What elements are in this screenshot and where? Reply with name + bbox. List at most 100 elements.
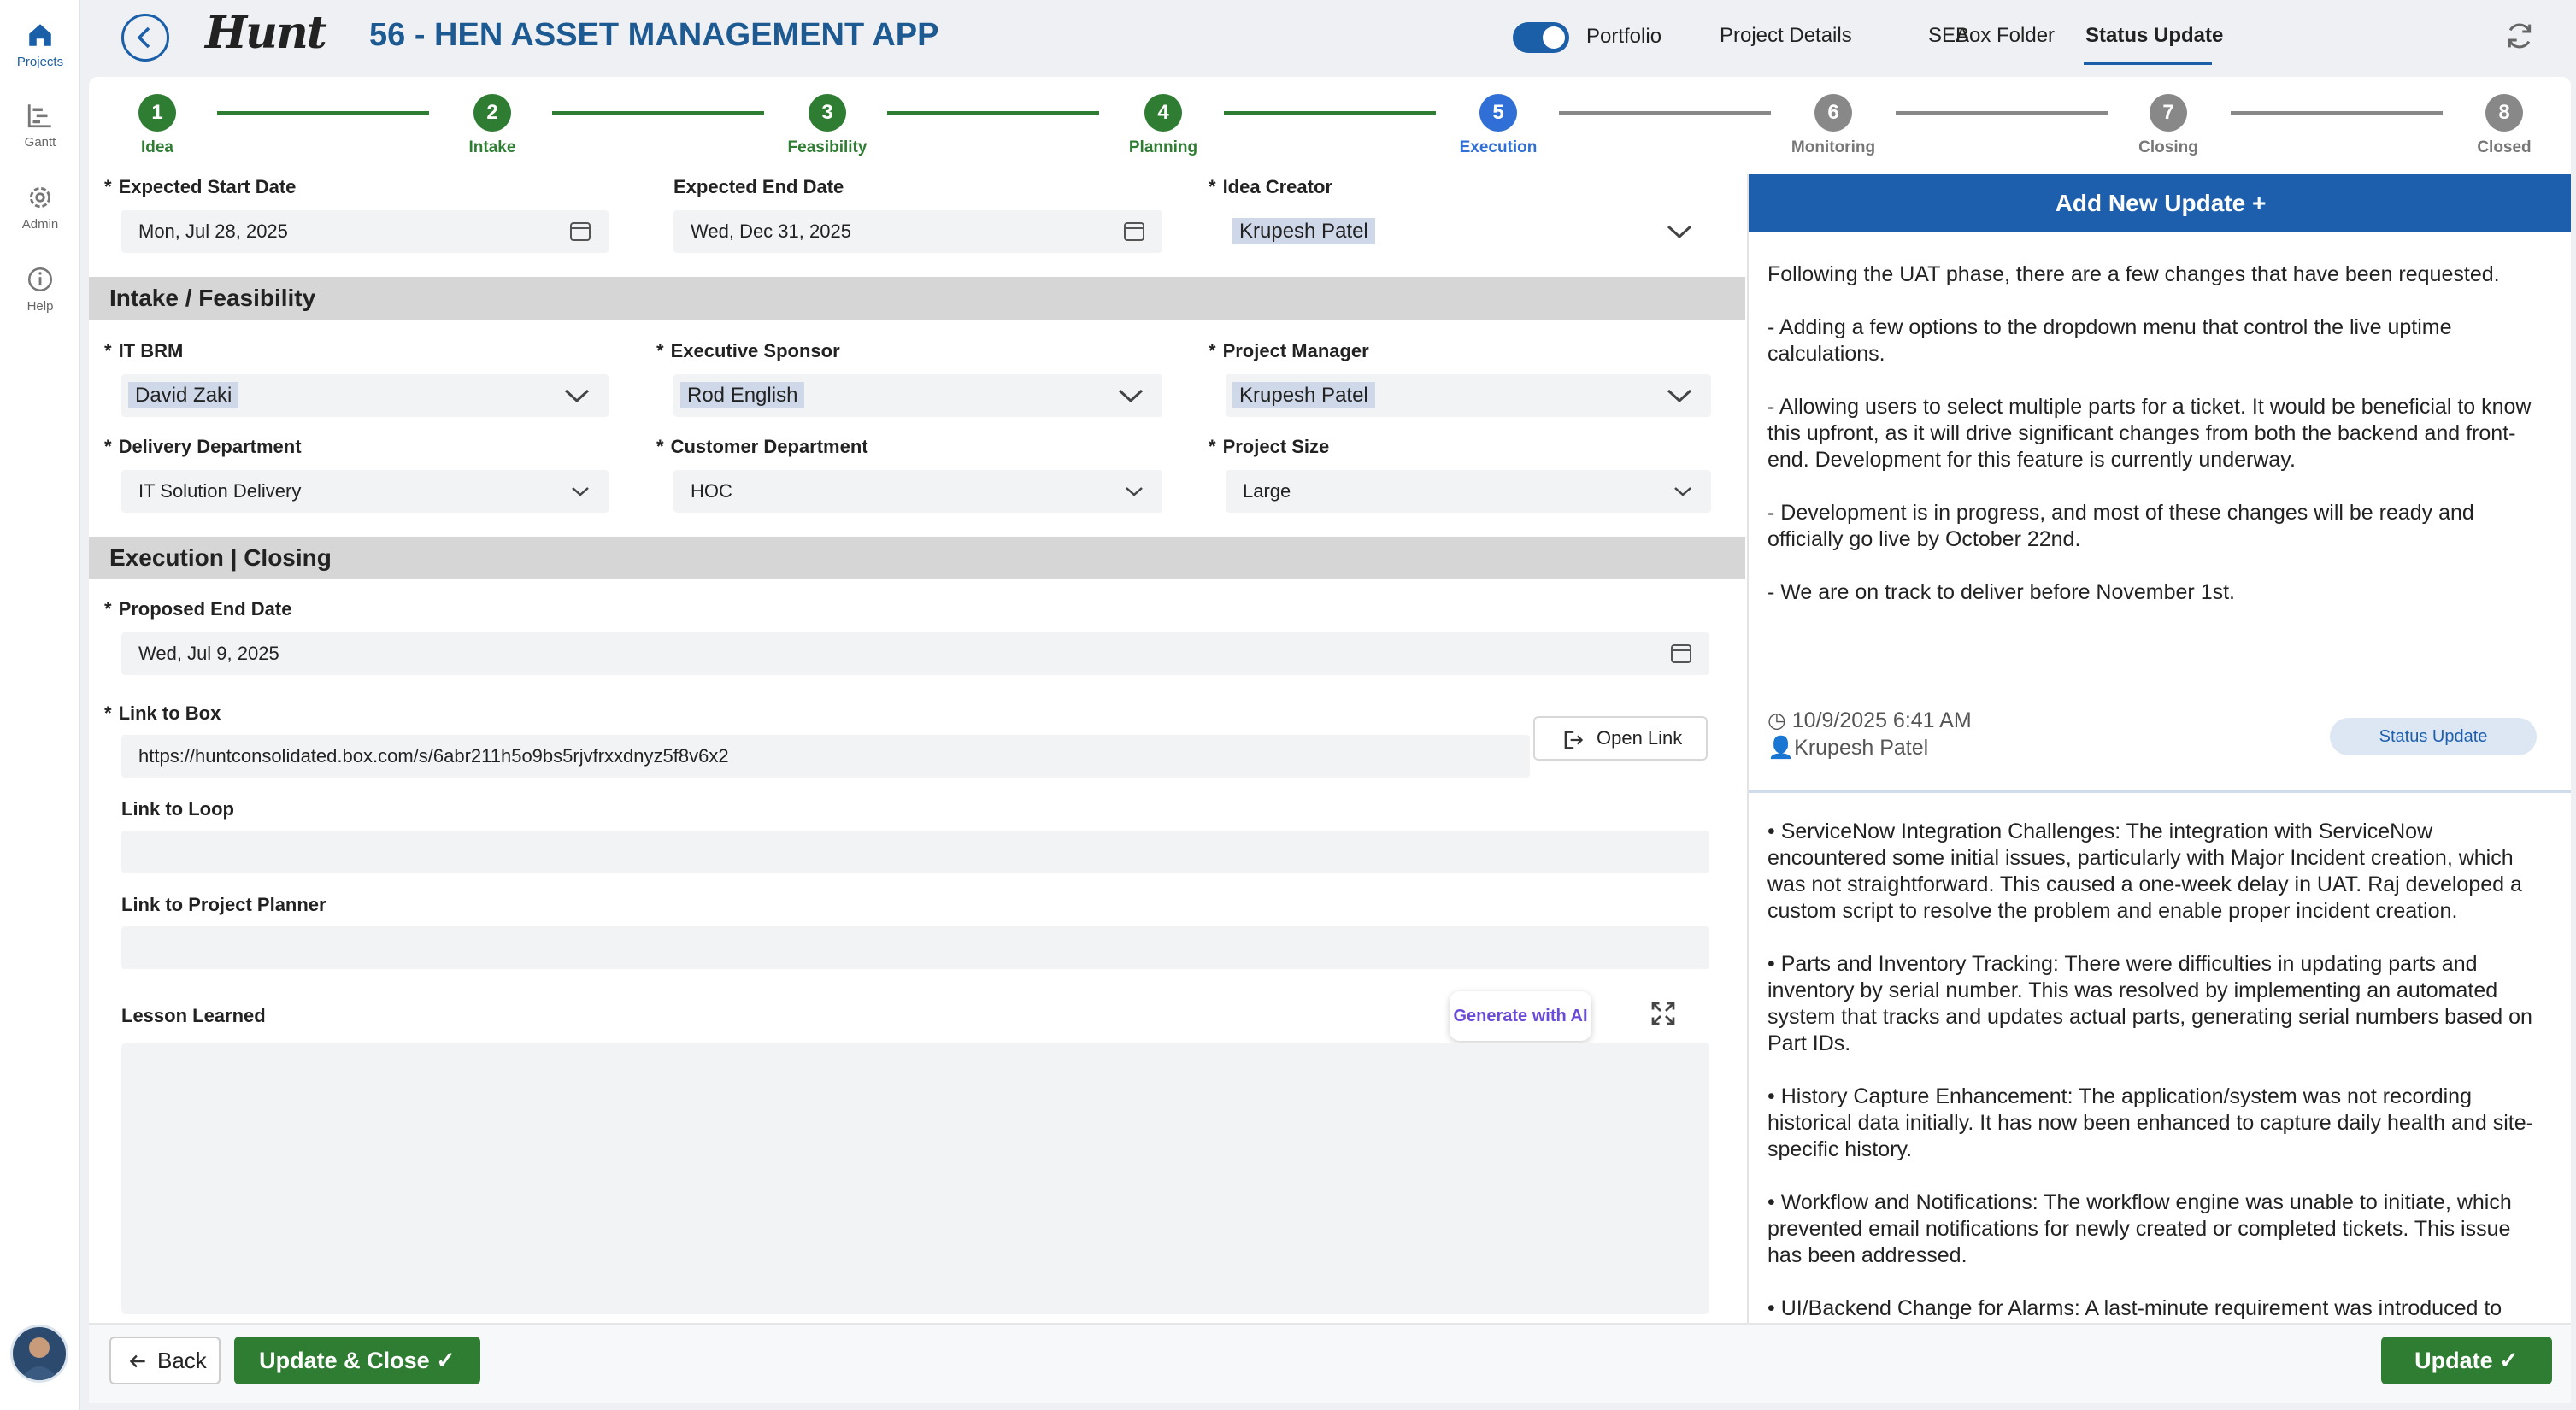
expected-end-label: Expected End Date <box>673 176 844 197</box>
step-intake[interactable]: 2 Intake <box>407 94 578 157</box>
portfolio-toggle-label: Portfolio <box>1586 25 1662 48</box>
rail-label-admin: Admin <box>21 217 59 232</box>
avatar[interactable] <box>10 1325 68 1383</box>
calendar-icon[interactable] <box>1670 632 1692 690</box>
proposed-end-label-text: Proposed End Date <box>118 598 292 620</box>
expected-end-date-field[interactable]: Wed, Dec 31, 2025 <box>673 210 1162 253</box>
step-number: 3 <box>809 94 846 132</box>
link-loop-input[interactable] <box>121 831 1709 873</box>
it-brm-value: David Zaki <box>128 382 239 408</box>
main-panel: 1 Idea 2 Intake 3 Feasibility 4 Planning 5 Ex… <box>89 77 2571 1403</box>
step-label: Planning <box>1128 138 1198 156</box>
person-icon: 👤 <box>1767 736 1795 760</box>
gear-icon <box>29 186 51 209</box>
step-closing[interactable]: 7 Closing <box>2083 94 2254 157</box>
step-closed[interactable]: 8 Closed <box>2419 94 2576 157</box>
update-close-button[interactable]: Update & Close ✓ <box>234 1337 480 1384</box>
update-paragraph: - Allowing users to select multiple part… <box>1767 395 2532 472</box>
update-paragraph: - Development is in progress, and most o… <box>1767 501 2474 551</box>
link-box-input[interactable]: https://huntconsolidated.box.com/s/6abr2… <box>121 735 1530 778</box>
open-link-icon <box>1564 731 1584 749</box>
executive-sponsor-label-text: Executive Sponsor <box>670 340 840 361</box>
rail-label-gantt: Gantt <box>24 135 56 150</box>
lesson-learned-label: Lesson Learned <box>121 1005 266 1026</box>
home-icon <box>29 24 51 46</box>
rail-item-gantt[interactable]: Gantt <box>0 101 80 150</box>
required-mark: * <box>1209 176 1216 197</box>
step-number: 7 <box>2150 94 2187 132</box>
tab-box-folder[interactable]: Box Folder <box>1956 24 2055 48</box>
lesson-learned-textarea[interactable] <box>121 1043 1709 1314</box>
stepper-connector <box>2231 111 2443 115</box>
generate-with-ai-button[interactable]: Generate with AI <box>1450 991 1591 1041</box>
required-mark: * <box>104 340 112 361</box>
step-number: 6 <box>1814 94 1852 132</box>
step-label: Closing <box>2138 138 2198 156</box>
step-planning[interactable]: 4 Planning <box>1078 94 1249 157</box>
it-brm-label-text: IT BRM <box>118 340 184 361</box>
stepper-connector <box>1224 111 1436 115</box>
back-arrow-button[interactable] <box>121 14 169 62</box>
delivery-dept-label-text: Delivery Department <box>118 436 302 457</box>
link-loop-label: Link to Loop <box>121 798 234 820</box>
idea-creator-select[interactable]: Krupesh Patel <box>1226 210 1711 253</box>
stepper-connector <box>1559 111 1771 115</box>
expected-start-date-field[interactable]: Mon, Jul 28, 2025 <box>121 210 609 253</box>
step-label: Intake <box>468 138 516 156</box>
executive-sponsor-value: Rod English <box>680 382 805 408</box>
chevron-down-icon <box>1123 470 1145 528</box>
stepper-connector <box>552 111 764 115</box>
app-title: 56 - HEN ASSET MANAGEMENT APP <box>369 17 939 53</box>
step-feasibility[interactable]: 3 Feasibility <box>742 94 913 157</box>
expand-icon <box>1651 1002 1675 1025</box>
add-new-update-button[interactable]: Add New Update + <box>1749 174 2571 232</box>
tab-project-details[interactable]: Project Details <box>1720 24 1852 48</box>
project-size-value: Large <box>1243 480 1291 502</box>
step-number: 1 <box>138 94 176 132</box>
update-paragraph: • UI/Backend Change for Alarms: A last-m… <box>1767 1296 2502 1320</box>
back-button[interactable]: Back <box>109 1337 221 1384</box>
open-link-button[interactable]: Open Link <box>1533 716 1708 761</box>
proposed-end-date-field[interactable]: Wed, Jul 9, 2025 <box>121 632 1709 675</box>
rail-label-projects: Projects <box>16 55 64 69</box>
refresh-button[interactable] <box>2502 19 2537 57</box>
idea-creator-label-text: Idea Creator <box>1222 176 1332 197</box>
rail-item-projects[interactable]: Projects <box>0 21 80 69</box>
expected-start-date-value: Mon, Jul 28, 2025 <box>138 220 288 242</box>
status-update-badge: Status Update <box>2330 718 2537 755</box>
open-link-label: Open Link <box>1597 727 1683 749</box>
it-brm-select[interactable]: David Zaki <box>121 374 609 417</box>
update-divider <box>1749 790 2571 793</box>
customer-dept-select[interactable]: HOC <box>673 470 1162 513</box>
rail-item-help[interactable]: Help <box>0 265 80 314</box>
stepper-connector <box>217 111 429 115</box>
step-execution[interactable]: 5 Execution <box>1413 94 1584 157</box>
customer-dept-label: * Customer Department <box>656 436 868 458</box>
expand-button[interactable] <box>1648 998 1679 1033</box>
step-idea[interactable]: 1 Idea <box>72 94 243 157</box>
link-planner-input[interactable] <box>121 926 1709 969</box>
update-author: 👤Krupesh Patel <box>1767 735 1928 761</box>
update-paragraph: • History Capture Enhancement: The appli… <box>1767 1084 2533 1161</box>
calendar-icon[interactable] <box>1123 210 1145 268</box>
expected-start-label: * Expected Start Date <box>104 176 296 198</box>
expected-end-date-value: Wed, Dec 31, 2025 <box>691 220 851 242</box>
back-button-label: Back <box>157 1348 207 1373</box>
delivery-dept-label: * Delivery Department <box>104 436 302 458</box>
step-monitoring[interactable]: 6 Monitoring <box>1748 94 1919 157</box>
update-paragraph: - Adding a few options to the dropdown m… <box>1767 315 2452 366</box>
required-mark: * <box>1209 340 1216 361</box>
calendar-icon[interactable] <box>569 210 591 268</box>
hunt-logo: Hunt <box>205 7 327 59</box>
rail-item-admin[interactable]: Admin <box>0 183 80 232</box>
update-button[interactable]: Update ✓ <box>2381 1337 2552 1384</box>
delivery-dept-select[interactable]: IT Solution Delivery <box>121 470 609 513</box>
chevron-down-icon <box>1672 470 1694 528</box>
executive-sponsor-label: * Executive Sponsor <box>656 340 840 362</box>
tab-status-update[interactable]: Status Update <box>2085 24 2223 48</box>
project-manager-select[interactable]: Krupesh Patel <box>1226 374 1711 417</box>
executive-sponsor-select[interactable]: Rod English <box>673 374 1162 417</box>
portfolio-toggle[interactable] <box>1513 22 1569 53</box>
project-size-select[interactable]: Large <box>1226 470 1711 513</box>
update-paragraph: - We are on track to deliver before Nove… <box>1767 580 2235 604</box>
